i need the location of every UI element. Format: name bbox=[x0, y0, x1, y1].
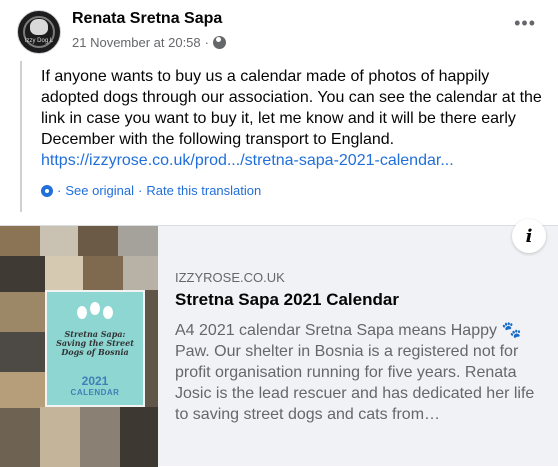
post-text: If anyone wants to buy us a calendar mad… bbox=[41, 68, 542, 148]
globe-icon[interactable] bbox=[212, 36, 226, 49]
dog-photo bbox=[40, 407, 80, 467]
post-link[interactable]: https://izzyrose.co.uk/prod.../stretna-s… bbox=[41, 150, 549, 171]
translation-quote-bar bbox=[20, 61, 22, 212]
dog-photo bbox=[0, 332, 45, 372]
info-icon[interactable]: i bbox=[512, 219, 546, 253]
post-meta: 21 November at 20:58 · bbox=[72, 35, 226, 50]
dog-photo bbox=[123, 256, 158, 290]
author-avatar[interactable]: Izzy Dog L bbox=[17, 10, 61, 54]
post-body: If anyone wants to buy us a calendar mad… bbox=[41, 66, 549, 171]
more-options-icon[interactable]: ••• bbox=[514, 14, 536, 32]
author-name[interactable]: Renata Sretna Sapa bbox=[72, 10, 222, 28]
rate-translation-link[interactable]: Rate this translation bbox=[146, 183, 261, 198]
dog-photo bbox=[120, 407, 158, 467]
gear-icon bbox=[41, 184, 53, 197]
translation-bar: · See original · Rate this translation bbox=[41, 183, 261, 198]
link-title[interactable]: Stretna Sapa 2021 Calendar bbox=[175, 290, 399, 310]
dog-photo bbox=[0, 408, 40, 467]
calendar-word: CALENDAR bbox=[70, 388, 120, 397]
calendar-year: 2021 bbox=[81, 374, 109, 388]
link-domain: IZZYROSE.CO.UK bbox=[175, 270, 285, 285]
post-timestamp[interactable]: 21 November at 20:58 bbox=[72, 35, 201, 50]
paw-icon bbox=[75, 302, 115, 322]
dog-photo bbox=[78, 226, 118, 256]
dog-photo bbox=[45, 256, 83, 290]
dog-photo bbox=[83, 256, 123, 290]
calendar-title: Stretna Sapa: Saving the Street Dogs of … bbox=[56, 329, 134, 357]
dog-photo bbox=[0, 372, 45, 408]
see-original-link[interactable]: See original bbox=[65, 183, 134, 198]
link-description: A4 2021 calendar Sretna Sapa means Happy… bbox=[175, 322, 535, 423]
calendar-cover: Stretna Sapa: Saving the Street Dogs of … bbox=[45, 290, 145, 407]
dog-photo bbox=[0, 292, 45, 332]
dog-photo bbox=[0, 256, 45, 292]
dog-photo bbox=[118, 226, 158, 256]
meta-separator: · bbox=[204, 35, 209, 50]
link-preview-card[interactable]: Stretna Sapa: Saving the Street Dogs of … bbox=[0, 219, 558, 467]
dog-photo bbox=[80, 407, 120, 467]
link-thumbnail[interactable]: Stretna Sapa: Saving the Street Dogs of … bbox=[0, 226, 158, 467]
translation-separator: · bbox=[138, 183, 143, 198]
dog-photo bbox=[145, 290, 158, 410]
dog-photo bbox=[40, 226, 78, 256]
translation-separator: · bbox=[57, 183, 62, 198]
avatar-dog-image bbox=[30, 19, 48, 35]
avatar-logo-text: Izzy Dog L bbox=[24, 38, 54, 44]
dog-photo bbox=[0, 226, 40, 256]
